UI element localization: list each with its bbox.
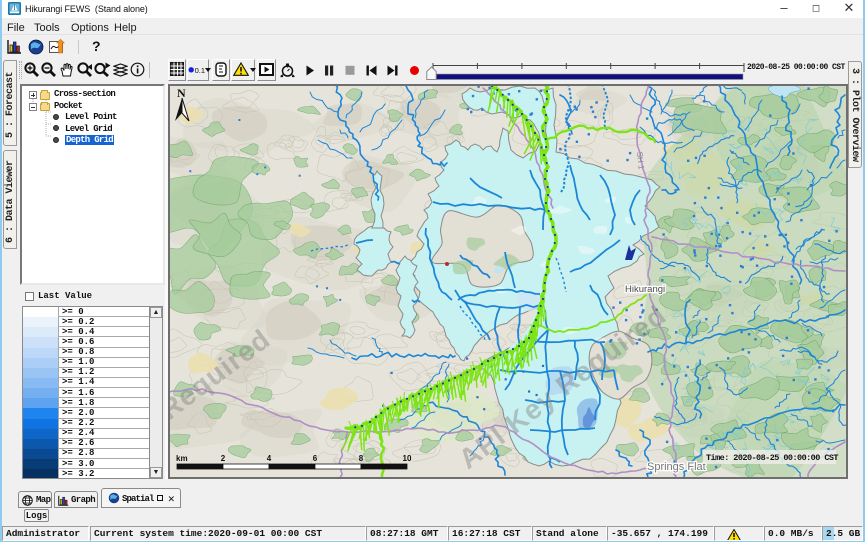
- svg-text:6: 6: [313, 454, 318, 463]
- svg-text:Hikurangi: Hikurangi: [625, 284, 665, 295]
- svg-text:8: 8: [359, 454, 364, 463]
- svg-text:km: km: [176, 454, 188, 463]
- svg-text:4: 4: [267, 454, 272, 463]
- svg-text:0.1: 0.1: [195, 66, 205, 75]
- svg-text:SH 1: SH 1: [635, 151, 646, 170]
- svg-text:10: 10: [403, 454, 412, 463]
- svg-text:N: N: [177, 86, 186, 100]
- svg-text:Springs Flat: Springs Flat: [647, 461, 706, 473]
- svg-text:2: 2: [221, 454, 226, 463]
- svg-text:Time: 2020-08-25 00:00:00 CST: Time: 2020-08-25 00:00:00 CST: [706, 453, 838, 463]
